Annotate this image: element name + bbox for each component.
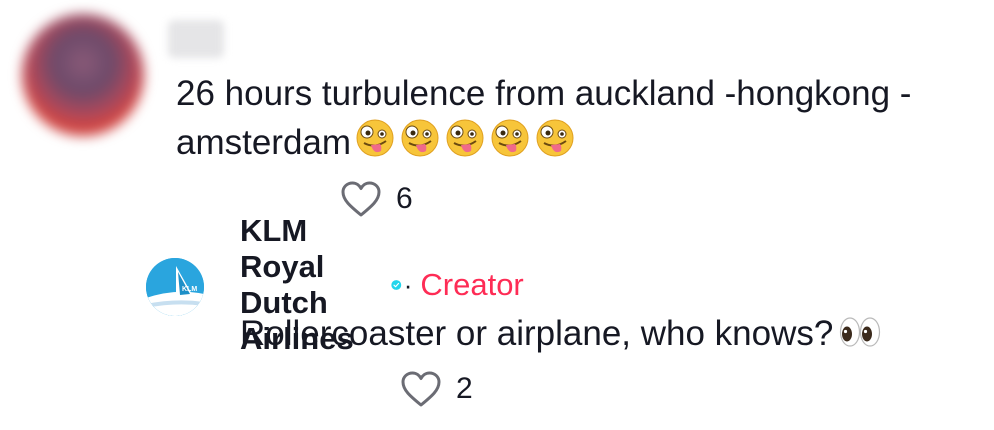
zany-face-emoji xyxy=(491,119,529,157)
commenter-avatar[interactable] xyxy=(22,14,144,136)
klm-logo-icon: KLM xyxy=(146,258,204,316)
emoji-group xyxy=(355,118,575,158)
creator-label: Creator xyxy=(420,267,524,302)
verified-badge-icon xyxy=(391,280,402,290)
zany-face-emoji xyxy=(446,119,484,157)
reply-text-content: Rollercoaster or airplane, who knows? xyxy=(240,314,834,353)
eyes-emoji xyxy=(840,317,881,347)
reply-like-button[interactable]: 2 xyxy=(400,370,473,408)
like-count: 6 xyxy=(396,182,413,215)
zany-face-emoji xyxy=(401,119,439,157)
commenter-username[interactable] xyxy=(168,20,224,58)
reply-text: Rollercoaster or airplane, who knows? xyxy=(240,310,881,358)
heart-outline-icon[interactable] xyxy=(400,370,442,408)
zany-face-emoji xyxy=(356,119,394,157)
klm-avatar[interactable]: KLM xyxy=(146,258,204,316)
zany-face-emoji xyxy=(536,119,574,157)
klm-logo-text: KLM xyxy=(182,286,197,293)
reply-like-count: 2 xyxy=(456,372,473,405)
reply-header: KLM Royal Dutch Airlines · Creator xyxy=(240,213,524,356)
comment-text: 26 hours turbulence from auckland -hongk… xyxy=(176,70,976,167)
separator-dot: · xyxy=(403,269,413,300)
